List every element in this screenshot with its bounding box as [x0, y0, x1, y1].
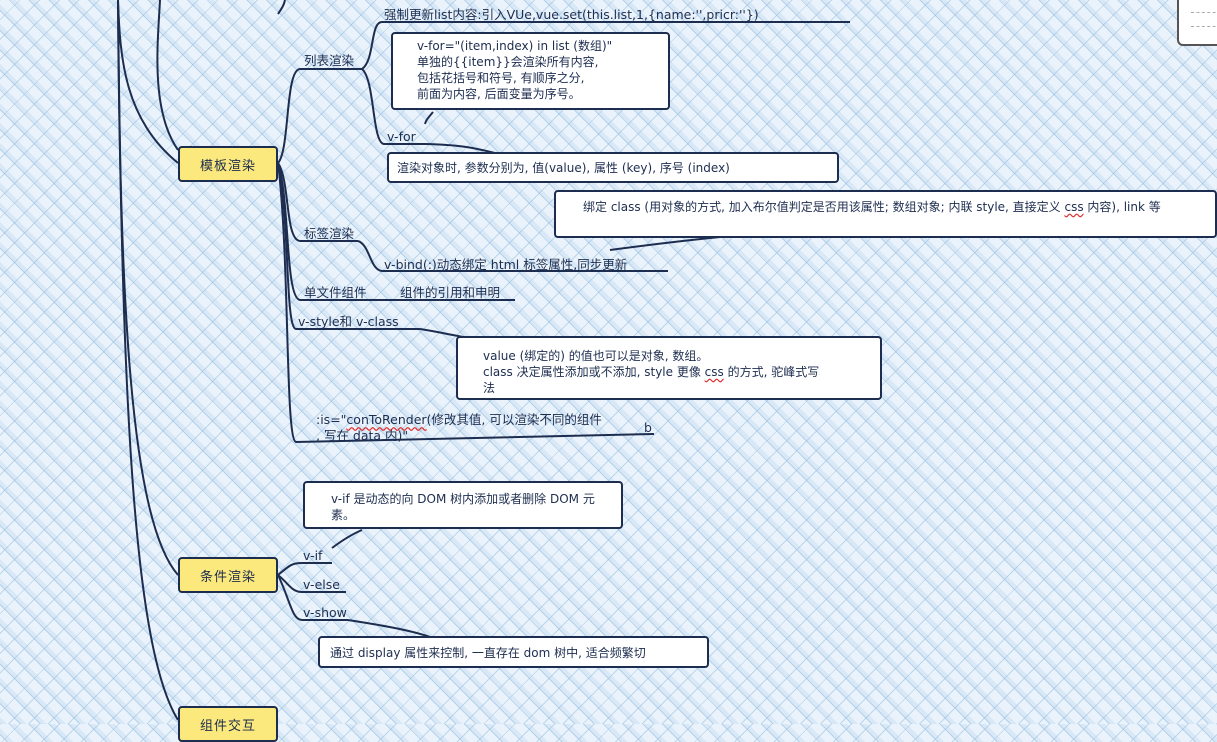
style-class-label[interactable]: v-style和 v-class: [298, 314, 399, 329]
vif-note-line-2: 素。: [331, 508, 356, 522]
style-class-note[interactable]: value (绑定的) 的值也可以是对象, 数组。 class 决定属性添加或不…: [456, 336, 882, 400]
tag-render-label[interactable]: 标签渲染: [304, 226, 354, 241]
vfor-note-line-3: 包括花括号和符号, 有顺序之分,: [417, 71, 585, 85]
b-label[interactable]: b: [644, 420, 652, 435]
trunk-line: [117, 0, 179, 721]
vif-note[interactable]: v-if 是动态的向 DOM 树内添加或者删除 DOM 元 素。: [303, 481, 623, 529]
force-update-label[interactable]: 强制更新list内容:引入VUe,vue.set(this.list,1,{na…: [384, 7, 759, 22]
vfor-note[interactable]: v-for="(item,index) in list (数组)" 单独的{{i…: [391, 32, 670, 110]
topic-component-comm[interactable]: 组件交互: [178, 706, 278, 742]
vfor-label[interactable]: v-for: [387, 129, 416, 144]
trunk-top: [277, 0, 286, 15]
single-file-desc[interactable]: 组件的引用和申明: [400, 285, 500, 300]
bind-class-note-line: 绑定 class (用对象的方式, 加入布尔值判定是否用该属性; 数组对象; 内…: [583, 200, 1161, 214]
single-file-label[interactable]: 单文件组件: [304, 285, 367, 300]
trunk-line: [117, 0, 179, 576]
velse-label[interactable]: v-else: [303, 577, 340, 592]
style-class-note-line-3: 法: [483, 381, 496, 395]
vif-note-line-1: v-if 是动态的向 DOM 树内添加或者删除 DOM 元: [331, 492, 595, 506]
topic-template-render[interactable]: 模板渲染: [178, 146, 278, 182]
vshow-note[interactable]: 通过 display 属性来控制, 一直存在 dom 树中, 适合频繁切: [318, 636, 709, 668]
bind-class-note[interactable]: 绑定 class (用对象的方式, 加入布尔值判定是否用该属性; 数组对象; 内…: [554, 190, 1217, 238]
trunk-top: [156, 0, 179, 151]
vshow-note-text: 通过 display 属性来控制, 一直存在 dom 树中, 适合频繁切: [330, 646, 646, 660]
corner-panel: [1177, 0, 1217, 46]
is-component-label[interactable]: :is="conToRender(修改其值, 可以渲染不同的组件, 写在 dat…: [316, 412, 646, 444]
trunk-line: [117, 0, 179, 164]
topic-conditional-render[interactable]: 条件渲染: [178, 557, 278, 593]
vfor-note-line-2: 单独的{{item}}会渲染所有内容,: [417, 55, 599, 69]
object-render-note[interactable]: 渲染对象时, 参数分别为, 值(value), 属性 (key), 序号 (in…: [387, 152, 839, 183]
style-class-note-line-2: class 决定属性添加或不添加, style 更像 css 的方式, 驼峰式写: [483, 365, 820, 379]
style-class-note-line-1: value (绑定的) 的值也可以是对象, 数组。: [483, 349, 709, 363]
vbind-label[interactable]: v-bind(:)动态绑定 html 标签属性,同步更新: [384, 257, 627, 272]
vshow-label[interactable]: v-show: [303, 605, 347, 620]
list-render-label[interactable]: 列表渲染: [304, 53, 354, 68]
object-render-note-text: 渲染对象时, 参数分别为, 值(value), 属性 (key), 序号 (in…: [397, 161, 730, 175]
vfor-note-line-1: v-for="(item,index) in list (数组)": [417, 39, 613, 53]
vif-label[interactable]: v-if: [303, 548, 322, 563]
vfor-note-line-4: 前面为内容, 后面变量为序号。: [417, 87, 581, 101]
